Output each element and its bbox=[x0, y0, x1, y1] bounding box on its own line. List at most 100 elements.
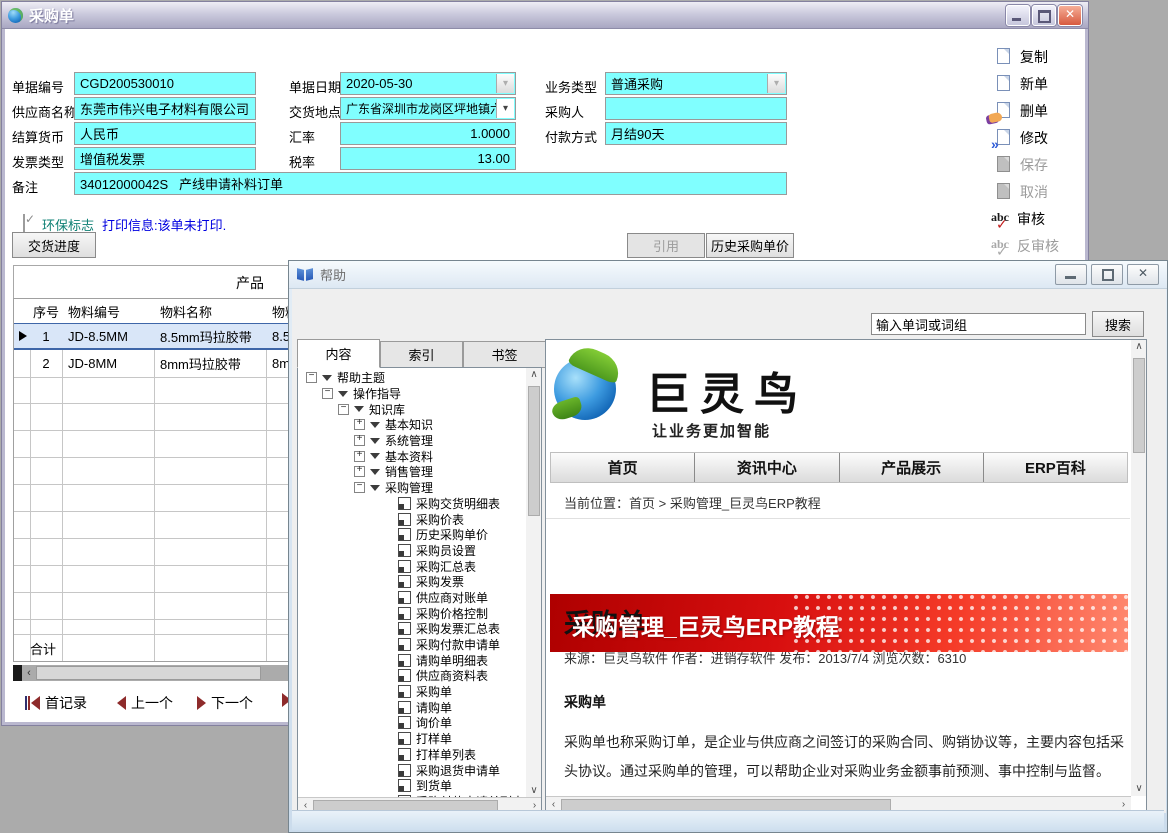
quote-button[interactable]: 引用 bbox=[627, 233, 705, 258]
collapse-icon[interactable] bbox=[354, 482, 365, 493]
first-record-button[interactable]: 首记录 bbox=[25, 693, 87, 713]
scroll-up-icon[interactable]: ∧ bbox=[527, 368, 542, 382]
nav-news[interactable]: 资讯中心 bbox=[695, 453, 839, 482]
tree-leaf[interactable]: 请购单 bbox=[298, 699, 526, 715]
tree-vertical-scrollbar[interactable]: ∧ ∨ bbox=[526, 368, 542, 798]
delivery-progress-button[interactable]: 交货进度 bbox=[12, 232, 96, 258]
tab-index[interactable]: 索引 bbox=[380, 341, 463, 368]
close-icon[interactable] bbox=[1127, 264, 1159, 285]
tree-leaf[interactable]: 打样单列表 bbox=[298, 747, 526, 763]
doc-no-field[interactable]: CGD200530010 bbox=[74, 72, 256, 95]
minimize-icon[interactable] bbox=[1055, 264, 1087, 285]
tax-rate-field[interactable]: 13.00 bbox=[340, 147, 516, 170]
prev-record-button[interactable]: 上一个 bbox=[117, 693, 173, 713]
col-header[interactable]: 物料编号 bbox=[68, 299, 120, 323]
scroll-down-icon[interactable]: ∨ bbox=[527, 784, 542, 798]
next-record-button[interactable]: 下一个 bbox=[197, 693, 253, 713]
help-window-titlebar[interactable]: 帮助 bbox=[289, 261, 1167, 289]
delivery-place-combo[interactable]: 广东省深圳市龙岗区坪地镇六 ▾ bbox=[340, 97, 516, 120]
scroll-down-icon[interactable]: ∨ bbox=[1132, 782, 1147, 796]
modify-button[interactable]: » 修改 bbox=[993, 128, 1048, 148]
breadcrumb[interactable]: 当前位置：首页 > 采购管理_巨灵鸟ERP教程 bbox=[564, 493, 821, 512]
tree-leaf[interactable]: 采购价表 bbox=[298, 511, 526, 527]
tree-leaf[interactable]: 采购退货申请单 bbox=[298, 762, 526, 778]
expand-icon[interactable] bbox=[354, 419, 365, 430]
tree-leaf[interactable]: 采购员设置 bbox=[298, 543, 526, 559]
expand-icon[interactable] bbox=[354, 435, 365, 446]
minimize-icon[interactable] bbox=[1006, 5, 1030, 26]
tree-node[interactable]: 操作指导 bbox=[298, 386, 526, 402]
chevron-down-icon[interactable]: ▾ bbox=[767, 74, 785, 93]
scrollbar-thumb[interactable] bbox=[528, 386, 540, 516]
exchange-rate-field[interactable]: 1.0000 bbox=[340, 122, 516, 145]
tree-leaf[interactable]: 历史采购单价 bbox=[298, 527, 526, 543]
supplier-field[interactable]: 东莞市伟兴电子材料有限公司 bbox=[74, 97, 256, 120]
tree-leaf[interactable]: 询价单 bbox=[298, 715, 526, 731]
scrollbar-thumb[interactable] bbox=[1133, 358, 1145, 453]
expand-icon[interactable] bbox=[354, 466, 365, 477]
tree-node[interactable]: 知识库 bbox=[298, 401, 526, 417]
delete-doc-button[interactable]: 删单 bbox=[993, 101, 1048, 121]
collapse-icon[interactable] bbox=[306, 372, 317, 383]
content-vertical-scrollbar[interactable]: ∧ ∨ bbox=[1131, 340, 1147, 796]
tree-leaf[interactable]: 采购付款申请单 bbox=[298, 637, 526, 653]
tree-node[interactable]: 基本资料 bbox=[298, 448, 526, 464]
main-window-titlebar[interactable]: 采购单 bbox=[2, 2, 1088, 29]
tab-contents[interactable]: 内容 bbox=[297, 339, 380, 368]
expand-icon[interactable] bbox=[354, 451, 365, 462]
save-button[interactable]: 保存 bbox=[993, 155, 1048, 175]
tree-node[interactable]: 基本知识 bbox=[298, 417, 526, 433]
tree-leaf[interactable]: 采购单 bbox=[298, 684, 526, 700]
tree-node[interactable]: 系统管理 bbox=[298, 433, 526, 449]
tree-leaf[interactable]: 请购单明细表 bbox=[298, 652, 526, 668]
tree-node[interactable]: 销售管理 bbox=[298, 464, 526, 480]
remark-field[interactable]: 34012000042S 产线申请补料订单 bbox=[74, 172, 787, 195]
tree-leaf[interactable]: 采购发票汇总表 bbox=[298, 621, 526, 637]
biz-type-combo[interactable]: 普通采购 ▾ bbox=[605, 72, 787, 95]
tab-bookmarks[interactable]: 书签 bbox=[463, 341, 546, 368]
scrollbar-thumb[interactable] bbox=[36, 666, 261, 680]
copy-button[interactable]: 复制 bbox=[993, 47, 1048, 67]
nav-home[interactable]: 首页 bbox=[551, 453, 695, 482]
close-icon[interactable] bbox=[1058, 5, 1082, 26]
eco-checkbox[interactable] bbox=[23, 214, 25, 233]
unapprove-button[interactable]: abc✓ 反审核 bbox=[990, 236, 1059, 256]
section-heading: 采购单 bbox=[564, 692, 606, 712]
scroll-left-icon[interactable]: ‹ bbox=[22, 667, 36, 679]
currency-field[interactable]: 人民币 bbox=[74, 122, 256, 145]
col-header[interactable]: 序号 bbox=[30, 299, 62, 323]
scroll-up-icon[interactable]: ∧ bbox=[1132, 340, 1147, 354]
tree-leaf[interactable]: 采购价格控制 bbox=[298, 605, 526, 621]
tree-leaf[interactable]: 打样单 bbox=[298, 731, 526, 747]
collapse-icon[interactable] bbox=[322, 388, 333, 399]
invoice-type-field[interactable]: 增值税发票 bbox=[74, 147, 256, 170]
collapse-icon[interactable] bbox=[338, 404, 349, 415]
payment-field[interactable]: 月结90天 bbox=[605, 122, 787, 145]
new-doc-button[interactable]: 新单 bbox=[993, 74, 1048, 94]
maximize-icon[interactable] bbox=[1091, 264, 1123, 285]
buyer-field[interactable] bbox=[605, 97, 787, 120]
tree-leaf[interactable]: 采购交货明细表 bbox=[298, 496, 526, 512]
tree-leaf[interactable]: 采购发票 bbox=[298, 574, 526, 590]
cancel-button[interactable]: 取消 bbox=[993, 182, 1048, 202]
desktop: 采购单 单据编号 CGD200530010 单据日期 2020-05-30 ▾ … bbox=[0, 0, 1168, 833]
tree-node[interactable]: 帮助主题 bbox=[298, 370, 526, 386]
tree-leaf[interactable]: 供应商对账单 bbox=[298, 590, 526, 606]
col-header[interactable]: 物料名称 bbox=[160, 299, 212, 323]
chevron-down-icon[interactable]: ▾ bbox=[496, 74, 514, 93]
maximize-icon[interactable] bbox=[1032, 5, 1056, 26]
chevron-down-icon[interactable]: ▾ bbox=[496, 99, 514, 118]
table-horizontal-scrollbar[interactable]: ‹ bbox=[13, 665, 293, 681]
row-marker-icon bbox=[16, 324, 30, 348]
doc-date-field[interactable]: 2020-05-30 ▾ bbox=[340, 72, 516, 95]
approve-button[interactable]: abc✓ 审核 bbox=[990, 209, 1045, 229]
search-button[interactable]: 搜索 bbox=[1092, 311, 1144, 337]
tree-node[interactable]: 采购管理 bbox=[298, 480, 526, 496]
tree-leaf[interactable]: 到货单 bbox=[298, 778, 526, 794]
nav-products[interactable]: 产品展示 bbox=[840, 453, 984, 482]
history-price-button[interactable]: 历史采购单价 bbox=[706, 233, 794, 258]
tree-leaf[interactable]: 采购汇总表 bbox=[298, 558, 526, 574]
tree-leaf[interactable]: 供应商资料表 bbox=[298, 668, 526, 684]
search-input[interactable] bbox=[871, 313, 1086, 335]
nav-erp-wiki[interactable]: ERP百科 bbox=[984, 453, 1127, 482]
